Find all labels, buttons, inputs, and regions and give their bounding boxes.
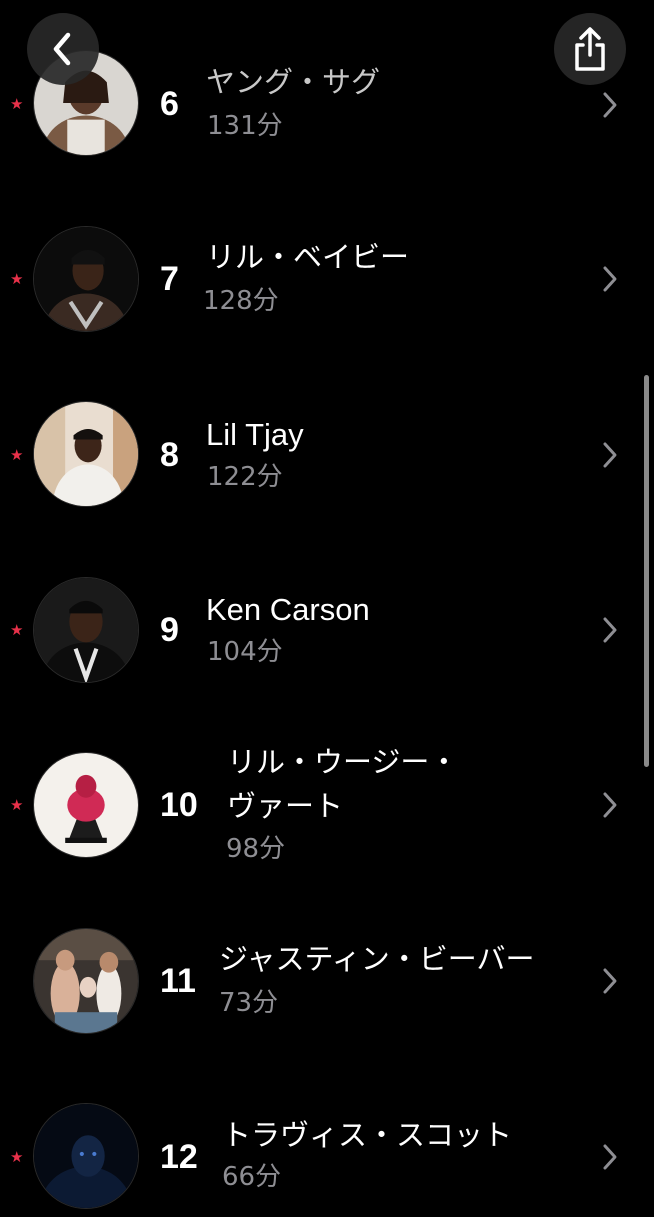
artist-row-11[interactable]: 11 ジャスティン・ビーバー 73分 xyxy=(0,921,654,1041)
chevron-right-icon xyxy=(603,92,617,118)
artist-row-12[interactable]: ★ 12 トラヴィス・スコット 66分 xyxy=(0,1097,654,1217)
back-button[interactable] xyxy=(27,13,99,85)
listening-minutes: 122分 xyxy=(207,462,283,492)
share-button[interactable] xyxy=(554,13,626,85)
rank-number: 10 xyxy=(160,786,198,824)
chevron-right-icon xyxy=(603,1144,617,1170)
artist-name-line-2: ヴァート xyxy=(227,789,344,823)
artist-avatar xyxy=(33,752,139,858)
share-icon xyxy=(575,27,605,71)
favorite-star-icon: ★ xyxy=(10,1148,24,1166)
artist-row-8[interactable]: ★ 8 Lil Tjay 122分 xyxy=(0,395,654,515)
artist-row-7[interactable]: ★ 7 リル・ベイビー 128分 xyxy=(0,219,654,339)
chevron-right-icon xyxy=(603,442,617,468)
chevron-left-icon xyxy=(53,32,71,66)
listening-minutes: 104分 xyxy=(207,637,283,667)
favorite-star-icon: ★ xyxy=(10,95,24,113)
listening-minutes: 98分 xyxy=(226,834,286,864)
favorite-star-icon: ★ xyxy=(10,270,24,288)
rank-number: 12 xyxy=(160,1138,198,1176)
listening-minutes: 128分 xyxy=(203,286,279,316)
favorite-star-icon: ★ xyxy=(10,796,24,814)
chevron-right-icon xyxy=(603,617,617,643)
rank-number: 6 xyxy=(160,85,179,123)
chevron-right-icon xyxy=(603,968,617,994)
chevron-right-icon xyxy=(603,266,617,292)
rank-number: 11 xyxy=(160,962,196,1000)
artist-name: ヤング・サグ xyxy=(206,65,381,99)
artist-avatar xyxy=(33,928,139,1034)
artist-name: トラヴィス・スコット xyxy=(222,1118,513,1152)
favorite-star-icon: ★ xyxy=(10,446,24,464)
rank-number: 8 xyxy=(160,436,179,474)
listening-minutes: 66分 xyxy=(222,1162,282,1192)
rank-number: 7 xyxy=(160,260,179,298)
scrollbar[interactable] xyxy=(644,375,649,767)
artist-name: ジャスティン・ビーバー xyxy=(219,942,535,976)
artist-avatar xyxy=(33,577,139,683)
artist-name: Lil Tjay xyxy=(206,417,304,452)
artist-row-9[interactable]: ★ 9 Ken Carson 104分 xyxy=(0,570,654,690)
artist-avatar xyxy=(33,226,139,332)
artist-avatar xyxy=(33,1103,139,1209)
listening-minutes: 73分 xyxy=(219,988,279,1018)
favorite-star-icon: ★ xyxy=(10,621,24,639)
artist-row-10[interactable]: ★ 10 リル・ウージー・ ヴァート 98分 xyxy=(0,735,654,875)
listening-minutes: 131分 xyxy=(207,111,283,141)
rank-number: 9 xyxy=(160,611,179,649)
artist-name: Ken Carson xyxy=(206,592,370,627)
artist-name: リル・ベイビー xyxy=(206,240,410,274)
chevron-right-icon xyxy=(603,792,617,818)
artist-avatar xyxy=(33,401,139,507)
artist-name-line-1: リル・ウージー・ xyxy=(227,745,459,779)
